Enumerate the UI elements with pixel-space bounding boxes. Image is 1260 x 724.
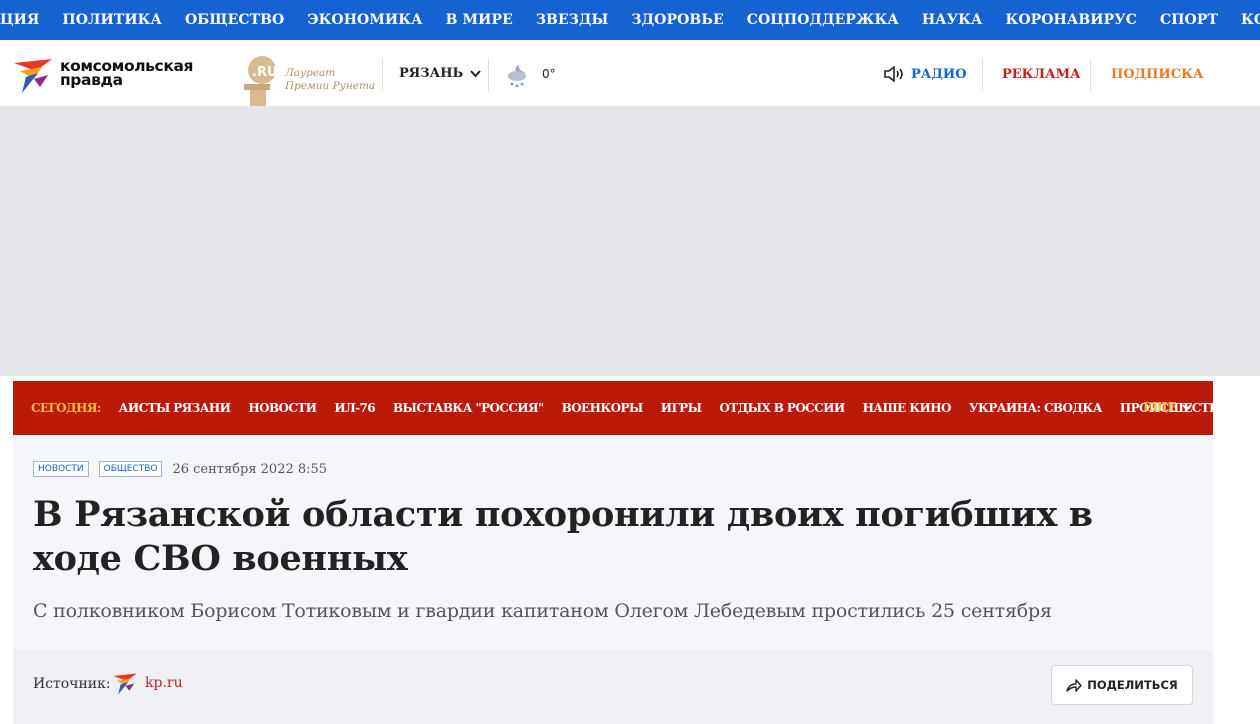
runet-prize-icon: .RU <box>244 56 278 106</box>
article-header: НОВОСТИ ОБЩЕСТВО 26 сентября 2022 8:55 В… <box>13 435 1213 724</box>
topic-link[interactable]: НАШЕ КИНО <box>863 401 952 415</box>
logo-line2: правда <box>60 71 123 89</box>
site-header: комсомольская правда .RU Лауреат Премии … <box>0 40 1260 106</box>
topic-link[interactable]: ИГРЫ <box>661 401 702 415</box>
topic-link[interactable]: ВЫСТАВКА "РОССИЯ" <box>393 401 544 415</box>
article-subtitle: С полковником Борисом Тотиковым и гварди… <box>33 600 1052 622</box>
top-nav-item[interactable]: ОБЩЕСТВО <box>185 12 284 28</box>
topic-link[interactable]: НОВОСТИ <box>248 401 317 415</box>
speaker-icon <box>884 66 903 82</box>
chevron-down-icon <box>470 69 481 77</box>
topics-list: СЕГОДНЯ: АИСТЫ РЯЗАНИ НОВОСТИ ИЛ-76 ВЫСТАВК… <box>13 381 1240 435</box>
tag-news[interactable]: НОВОСТИ <box>33 461 89 477</box>
top-nav-item[interactable]: КОЛУМНИСТЫ <box>1241 12 1260 28</box>
article-meta: НОВОСТИ ОБЩЕСТВО 26 сентября 2022 8:55 <box>33 461 327 477</box>
publish-date: 26 сентября 2022 8:55 <box>172 461 328 477</box>
kp-bird-icon <box>14 59 52 93</box>
more-topics-button[interactable]: ЕЩЕ <box>1143 400 1192 414</box>
weather-temperature: 0° <box>542 67 556 81</box>
top-nav-item[interactable]: ЦИЯ <box>0 12 39 28</box>
topic-link[interactable]: ОТДЫХ В РОССИИ <box>719 401 845 415</box>
topic-link[interactable]: ВОЕНКОРЫ <box>562 401 644 415</box>
today-label: СЕГОДНЯ: <box>31 401 101 415</box>
divider <box>488 59 489 91</box>
share-arrow-icon <box>1066 679 1082 692</box>
radio-label: РАДИО <box>911 66 967 82</box>
region-label: РЯЗАНЬ <box>399 66 464 81</box>
top-nav-item[interactable]: СОЦПОДДЕРЖКА <box>747 12 899 28</box>
kp-logo[interactable]: комсомольская правда <box>12 57 222 97</box>
source-panel: Источник: kp.ru ПОДЕЛИТЬСЯ <box>13 650 1213 724</box>
kp-bird-icon <box>113 673 137 695</box>
divider <box>1090 59 1091 91</box>
topic-link[interactable]: ИЛ-76 <box>334 401 375 415</box>
snow-cloud-icon <box>508 65 526 88</box>
top-nav-list: ЦИЯ ПОЛИТИКА ОБЩЕСТВО ЭКОНОМИКА В МИРЕ ЗВЕЗДЫ… <box>0 0 1260 40</box>
region-selector[interactable]: РЯЗАНЬ <box>399 66 481 81</box>
source-link[interactable]: kp.ru <box>145 675 183 691</box>
topic-link[interactable]: УКРАИНА: СВОДКА <box>969 401 1103 415</box>
topics-bar: СЕГОДНЯ: АИСТЫ РЯЗАНИ НОВОСТИ ИЛ-76 ВЫСТАВК… <box>13 381 1240 435</box>
share-label: ПОДЕЛИТЬСЯ <box>1087 678 1178 692</box>
topic-link[interactable]: АИСТЫ РЯЗАНИ <box>119 401 231 415</box>
radio-button[interactable]: РАДИО <box>884 66 967 82</box>
top-nav-item[interactable]: КОРОНАВИРУС <box>1005 12 1136 28</box>
top-nav-item[interactable]: ЗВЕЗДЫ <box>536 12 609 28</box>
more-label: ЕЩЕ <box>1143 400 1177 414</box>
divider <box>382 59 383 91</box>
article-title: В Рязанской области похоронили двоих пог… <box>33 494 1093 579</box>
top-navigation: ЦИЯ ПОЛИТИКА ОБЩЕСТВО ЭКОНОМИКА В МИРЕ ЗВЕЗДЫ… <box>0 0 1260 40</box>
laureate-line2: Премии Рунета <box>285 80 376 92</box>
top-nav-item[interactable]: ЭКОНОМИКА <box>307 12 422 28</box>
ad-placeholder <box>0 106 1260 376</box>
laureate-line1: Лауреат <box>285 67 336 79</box>
top-nav-item[interactable]: В МИРЕ <box>446 12 513 28</box>
source-label: Источник: <box>33 676 111 692</box>
divider <box>982 59 983 91</box>
top-nav-item[interactable]: НАУКА <box>922 12 983 28</box>
svg-text:.RU: .RU <box>252 65 278 80</box>
laureate-caption: Лауреат Премии Рунета <box>285 67 375 93</box>
chevron-down-icon <box>1182 403 1192 411</box>
top-nav-item[interactable]: ЗДОРОВЬЕ <box>631 12 723 28</box>
share-button[interactable]: ПОДЕЛИТЬСЯ <box>1051 665 1193 705</box>
top-nav-item[interactable]: СПОРТ <box>1160 12 1218 28</box>
top-nav-item[interactable]: ПОЛИТИКА <box>62 12 162 28</box>
tag-society[interactable]: ОБЩЕСТВО <box>98 461 163 477</box>
logo-wordmark: комсомольская правда <box>60 58 193 89</box>
subscription-link[interactable]: ПОДПИСКА <box>1111 67 1203 82</box>
advertising-link[interactable]: РЕКЛАМА <box>1002 67 1081 82</box>
